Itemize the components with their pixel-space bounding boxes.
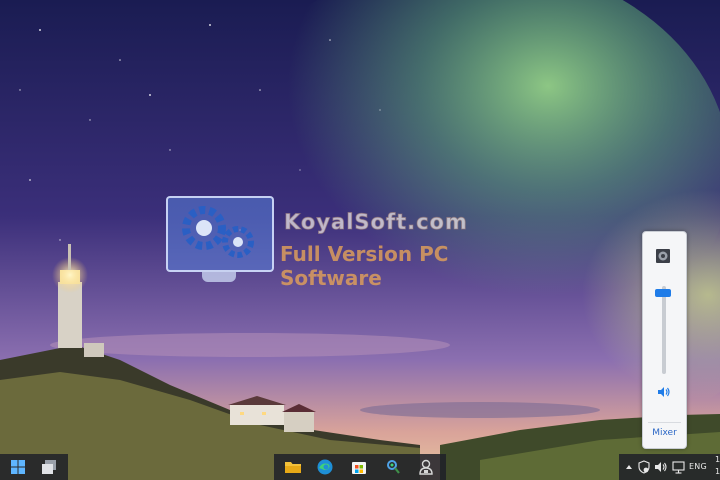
store-icon[interactable] — [350, 458, 368, 476]
watermark-title: KoyalSoft.com — [284, 210, 468, 235]
mixer-link[interactable]: Mixer — [643, 428, 686, 438]
speaker-device-icon[interactable] — [655, 248, 671, 264]
network-icon[interactable] — [672, 460, 685, 474]
watermark-subtitle: Full Version PC Software — [280, 242, 449, 290]
mixer-divider — [648, 422, 681, 423]
security-icon[interactable] — [638, 460, 650, 474]
clock-date: 1( — [715, 467, 720, 476]
user-app-icon[interactable] — [417, 458, 435, 476]
system-tray: ENG — [619, 454, 720, 480]
clock-time: 1 — [715, 455, 720, 464]
search-app-icon[interactable] — [384, 458, 402, 476]
volume-flyout: Mixer — [642, 231, 687, 449]
volume-slider-thumb[interactable] — [655, 289, 671, 298]
start-icon[interactable] — [9, 458, 27, 476]
language-indicator[interactable]: ENG — [689, 460, 707, 474]
file-explorer-icon[interactable] — [284, 458, 302, 476]
volume-icon[interactable] — [654, 460, 668, 474]
watermark-monitor-stand — [202, 270, 236, 282]
watermark-logo-icon — [166, 196, 274, 272]
edge-browser-icon[interactable] — [316, 458, 334, 476]
show-hidden-icons-icon[interactable] — [625, 460, 633, 474]
volume-slider-track[interactable] — [662, 286, 666, 374]
speaker-volume-icon[interactable] — [657, 384, 671, 398]
taskbar-pinned-group — [274, 454, 446, 480]
clock[interactable]: 1 1( — [715, 454, 720, 478]
taskbar: ENG 1 1( — [0, 454, 720, 480]
taskbar-left-group — [0, 454, 68, 480]
task-view-icon[interactable] — [40, 458, 58, 476]
watermark: KoyalSoft.com Full Version PC Software — [166, 196, 546, 290]
